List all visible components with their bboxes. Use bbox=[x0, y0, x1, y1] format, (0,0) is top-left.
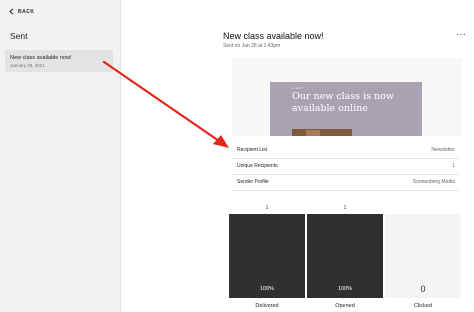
sidebar-item-sent-message[interactable]: New class available now! January 28, 202… bbox=[5, 50, 113, 72]
sent-timestamp: Sent on Jan 28 at 1:43pm bbox=[223, 43, 281, 49]
email-heading-line-2: available online bbox=[292, 103, 368, 114]
opened-bar: 100% bbox=[307, 214, 383, 298]
more-options-icon[interactable]: ··· bbox=[456, 29, 466, 40]
detail-value: Newsletter bbox=[431, 147, 455, 153]
chevron-left-icon bbox=[9, 8, 14, 15]
email-thumbnail: LIGHT Our new class is now available onl… bbox=[270, 82, 422, 136]
sidebar-title: Sent bbox=[10, 31, 28, 41]
email-brand-tag: LIGHT bbox=[292, 86, 304, 90]
page-title: New class available now! bbox=[223, 31, 324, 41]
sidebar-item-title: New class available now! bbox=[10, 55, 72, 61]
opened-label: Opened bbox=[335, 303, 355, 309]
sidebar: BACK Sent New class available now! Janua… bbox=[0, 0, 121, 312]
detail-value: 1 bbox=[452, 163, 455, 169]
detail-label: Unique Recipients bbox=[237, 163, 278, 169]
detail-row-recipient-list: Recipient List Newsletter bbox=[232, 143, 458, 159]
opened-percent: 100% bbox=[337, 286, 353, 292]
delivered-percent: 100% bbox=[259, 286, 275, 292]
delivered-label: Delivered bbox=[255, 303, 279, 309]
clicked-label: Clicked bbox=[413, 303, 433, 309]
opened-count: 1 bbox=[343, 205, 347, 211]
clicked-value: 0 bbox=[420, 284, 426, 294]
delivered-count: 1 bbox=[265, 205, 269, 211]
back-button[interactable]: BACK bbox=[8, 8, 34, 15]
email-preview: LIGHT Our new class is now available onl… bbox=[232, 58, 462, 136]
email-photo bbox=[292, 129, 352, 136]
detail-row-sender-profile: Sender Profile Sonnenberg Media bbox=[232, 175, 458, 191]
back-label: BACK bbox=[18, 8, 35, 15]
detail-row-unique-recipients: Unique Recipients 1 bbox=[232, 159, 458, 175]
detail-value: Sonnenberg Media bbox=[412, 179, 455, 185]
detail-label: Recipient List bbox=[237, 147, 268, 153]
email-heading-line-1: Our new class is now bbox=[292, 91, 395, 102]
detail-label: Sender Profile bbox=[237, 179, 269, 185]
email-heading: Our new class is now available online bbox=[292, 91, 394, 115]
clicked-bar: 0 bbox=[385, 214, 461, 298]
email-photo-highlight bbox=[306, 130, 320, 136]
sidebar-item-date: January 28, 2021 bbox=[10, 62, 45, 68]
delivered-bar: 100% bbox=[229, 214, 305, 298]
